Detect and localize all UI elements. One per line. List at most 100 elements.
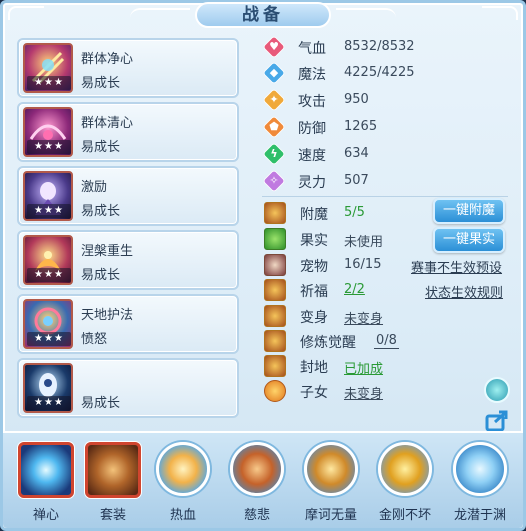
one-click-fruit-button[interactable]: 一键果实: [433, 227, 505, 253]
heart-glyph: ♥: [269, 40, 279, 53]
transform-icon: [264, 305, 286, 327]
stat-label: 速度: [298, 148, 326, 164]
stat-label: 魔法: [298, 67, 326, 83]
row-label: 变身: [300, 310, 328, 326]
row-label: 果实: [300, 233, 328, 249]
spell-name: 群体清心: [81, 116, 134, 131]
spell-name: 天地护法: [81, 308, 134, 323]
star-rating: ★★★: [27, 332, 71, 346]
spell-card[interactable]: ★★★ 群体净心 易成长: [17, 38, 239, 98]
skill-label: 禅心: [32, 508, 59, 523]
bronze-suit-icon: [85, 442, 141, 498]
stat-value: 1265: [344, 119, 378, 134]
star-rating: ★★★: [27, 76, 71, 90]
row-label: 附魔: [300, 207, 328, 223]
skill-slot[interactable]: 热血: [151, 442, 215, 528]
attack-glyph: ✦: [269, 93, 279, 106]
row-value: 未使用: [344, 235, 384, 250]
skill-label: 慈悲: [243, 508, 270, 523]
spell-scroll-icon: ★★★: [23, 235, 73, 285]
spell-card[interactable]: ★★★ 易成长: [17, 358, 239, 418]
row-child[interactable]: 子女 未变身: [264, 380, 514, 402]
row-value[interactable]: 2/2: [344, 282, 365, 297]
spell-name: 激励: [81, 180, 108, 195]
skill-slot[interactable]: 套装: [81, 442, 145, 528]
skill-slot[interactable]: 金刚不坏: [373, 442, 437, 528]
fruit-icon: [264, 228, 286, 250]
spell-card[interactable]: ★★★ 激励 易成长: [17, 166, 239, 226]
stat-value: 634: [344, 146, 369, 161]
spell-card[interactable]: ★★★ 群体清心 易成长: [17, 102, 239, 162]
row-value[interactable]: 已加成: [344, 358, 383, 377]
speed-glyph: ϟ: [270, 147, 278, 160]
hot-blood-icon: [156, 442, 210, 496]
row-label: 祈福: [300, 284, 328, 300]
row-awaken[interactable]: 修炼觉醒 0/8: [264, 330, 514, 352]
stat-value: 950: [344, 92, 369, 107]
skill-label: 金刚不坏: [378, 508, 431, 523]
skill-label: 龙潜于渊: [453, 508, 506, 523]
skill-slot[interactable]: 摩诃无量: [299, 442, 363, 528]
row-label: 宠物: [300, 259, 328, 275]
stat-speed: ϟ 速度 634: [262, 142, 444, 166]
spell-trait: 易成长: [81, 396, 121, 411]
one-click-enchant-button[interactable]: 一键附魔: [433, 198, 505, 224]
stat-label: 灵力: [298, 175, 326, 191]
refresh-orb-icon[interactable]: [484, 377, 510, 403]
stat-value: 8532/8532: [344, 39, 415, 54]
row-label: 封地: [300, 360, 328, 376]
enchant-icon: [264, 202, 286, 224]
dragon-icon: [453, 442, 507, 496]
star-rating: ★★★: [27, 140, 71, 154]
row-seal[interactable]: 封地 已加成: [264, 355, 514, 377]
star-rating: ★★★: [27, 204, 71, 218]
spell-trait: 愤怒: [81, 332, 108, 347]
row-label: 子女: [300, 385, 328, 401]
window-title: 战备: [195, 2, 331, 28]
row-value[interactable]: 未变身: [344, 308, 383, 327]
stat-defense: ⬟ 防御 1265: [262, 115, 444, 139]
stat-label: 攻击: [298, 94, 326, 110]
status-rules-link[interactable]: 状态生效规则: [425, 282, 503, 301]
skill-label: 热血: [169, 508, 196, 523]
row-value[interactable]: 0/8: [374, 333, 399, 349]
star-rating: ★★★: [27, 268, 71, 282]
row-transform[interactable]: 变身 未变身: [264, 305, 514, 327]
stat-value: 4225/4225: [344, 65, 415, 80]
skill-label: 摩诃无量: [304, 508, 357, 523]
seal-icon: [264, 355, 286, 377]
spirit-glyph: ✧: [269, 174, 279, 187]
spell-card[interactable]: ★★★ 天地护法 愤怒: [17, 294, 239, 354]
stat-value: 507: [344, 173, 369, 188]
pet-icon: [264, 254, 286, 276]
monk-icon: [304, 442, 358, 496]
mercy-scroll-icon: [230, 442, 284, 496]
spell-scroll-icon: ★★★: [23, 107, 73, 157]
stat-label: 气血: [298, 41, 326, 57]
title-ornament-left: [130, 8, 190, 20]
divider: [262, 196, 508, 197]
skill-slot[interactable]: 龙潜于渊: [448, 442, 512, 528]
row-value: 16/15: [344, 257, 382, 272]
child-icon: [264, 380, 286, 402]
spell-card[interactable]: ★★★ 涅槃重生 易成长: [17, 230, 239, 290]
corner-ornament-left: [8, 6, 44, 20]
stat-hp: ♥ 气血 8532/8532: [262, 35, 444, 59]
share-icon[interactable]: [484, 407, 510, 433]
spell-name: 群体净心: [81, 52, 134, 67]
row-value[interactable]: 未变身: [344, 383, 383, 402]
zen-orb-icon: [18, 442, 74, 498]
tournament-preset-link[interactable]: 赛事不生效预设: [411, 257, 502, 276]
golden-buddha-icon: [378, 442, 432, 496]
spell-scroll-icon: ★★★: [23, 43, 73, 93]
skill-slot[interactable]: 禅心: [14, 442, 78, 528]
spell-scroll-icon: ★★★: [23, 363, 73, 413]
stat-spirit: ✧ 灵力 507: [262, 169, 444, 193]
row-value: 5/5: [344, 205, 365, 220]
shield-glyph: ⬟: [269, 120, 279, 133]
stat-mp: ◆ 魔法 4225/4225: [262, 61, 444, 85]
row-label: 修炼觉醒: [300, 335, 356, 351]
star-rating: ★★★: [27, 396, 71, 410]
spell-trait: 易成长: [81, 204, 121, 219]
skill-slot[interactable]: 慈悲: [225, 442, 289, 528]
